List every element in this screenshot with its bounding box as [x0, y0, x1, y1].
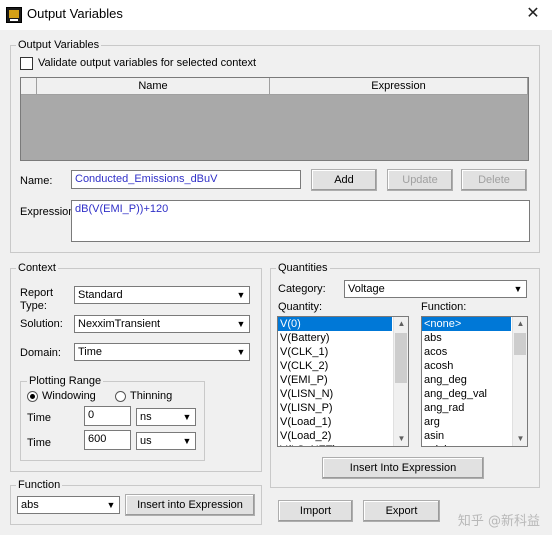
time-start-field[interactable]: 0: [84, 406, 131, 426]
function-item[interactable]: acos: [422, 345, 511, 359]
output-variables-table[interactable]: Name Expression: [20, 77, 529, 161]
name-column-header[interactable]: Name: [37, 78, 270, 95]
windowing-label: Windowing: [42, 390, 96, 402]
export-button[interactable]: Export: [363, 500, 440, 522]
quantity-item[interactable]: V(Load_2): [278, 429, 392, 443]
domain-label: Domain:: [20, 347, 61, 359]
function-list-label: Function:: [421, 301, 467, 313]
update-button[interactable]: Update: [387, 169, 453, 191]
title-bar: Output Variables ✕: [0, 0, 552, 30]
category-value: Voltage: [348, 283, 385, 295]
expression-column-header[interactable]: Expression: [270, 78, 528, 95]
quantities-group-label: Quantities: [276, 262, 330, 275]
scroll-down-icon[interactable]: ▼: [394, 432, 408, 446]
function-item[interactable]: ang_deg_val: [422, 387, 511, 401]
plotting-range-group-label: Plotting Range: [27, 375, 104, 388]
chevron-down-icon: ▼: [182, 436, 192, 446]
function-item[interactable]: arg: [422, 415, 511, 429]
quantity-item[interactable]: V(CLK_2): [278, 359, 392, 373]
time-end-field[interactable]: 600: [84, 430, 131, 450]
category-label: Category:: [278, 283, 326, 295]
function-item[interactable]: abs: [422, 331, 511, 345]
validate-label: Validate output variables for selected c…: [38, 57, 257, 69]
solution-value: NexximTransient: [78, 318, 161, 330]
quantity-item[interactable]: V(Load_1): [278, 415, 392, 429]
solution-label: Solution:: [20, 318, 63, 330]
category-select[interactable]: Voltage ▼: [344, 280, 527, 298]
validate-checkbox[interactable]: [20, 57, 33, 70]
report-type-label: Report Type:: [20, 287, 54, 312]
time-end-label: Time: [27, 437, 52, 449]
scroll-down-icon[interactable]: ▼: [513, 432, 527, 446]
delete-button[interactable]: Delete: [461, 169, 527, 191]
chevron-down-icon: ▼: [236, 290, 246, 300]
expression-label: Expression:: [20, 206, 78, 218]
quantity-item[interactable]: V(CLK_1): [278, 345, 392, 359]
scroll-thumb[interactable]: [514, 333, 526, 355]
function-item[interactable]: acosh: [422, 359, 511, 373]
function-item[interactable]: asin: [422, 429, 511, 443]
quantities-insert-button[interactable]: Insert Into Expression: [322, 457, 484, 479]
scroll-thumb[interactable]: [395, 333, 407, 383]
table-corner-header: [21, 78, 37, 95]
quantity-item[interactable]: V(LISN_N): [278, 387, 392, 401]
context-group-label: Context: [16, 262, 58, 275]
function-listbox[interactable]: <none> abs acos acosh ang_deg ang_deg_val ang_…: [421, 316, 528, 447]
quantity-listbox[interactable]: V(0) V(Battery) V(CLK_1) V(CLK_2) V(EMI_P) V(…: [277, 316, 409, 447]
window-title: Output Variables: [27, 6, 123, 21]
chevron-down-icon: ▼: [236, 347, 246, 357]
watermark: 知乎 @新科益: [457, 514, 540, 529]
chevron-down-icon: ▼: [182, 412, 192, 422]
scroll-up-icon[interactable]: ▲: [513, 317, 527, 331]
domain-value: Time: [78, 346, 103, 358]
function-group-label: Function: [16, 479, 63, 492]
chevron-down-icon: ▼: [106, 500, 116, 510]
report-type-select[interactable]: Standard ▼: [74, 286, 250, 304]
function-scrollbar[interactable]: ▲ ▼: [512, 317, 527, 446]
quantity-item[interactable]: V(EMI_P): [278, 373, 392, 387]
quantity-item[interactable]: V(Battery): [278, 331, 392, 345]
windowing-radio[interactable]: [27, 391, 38, 402]
thinning-label: Thinning: [130, 390, 173, 402]
quantity-item[interactable]: V(LISN_P): [278, 401, 392, 415]
function-item[interactable]: ang_deg: [422, 373, 511, 387]
time-start-unit-select[interactable]: ns ▼: [136, 408, 196, 426]
function-select[interactable]: abs ▼: [17, 496, 120, 514]
output-variables-group-label: Output Variables: [16, 39, 102, 52]
time-end-unit-value: us: [140, 435, 152, 447]
app-icon: [6, 7, 22, 23]
function-item[interactable]: asinh: [422, 443, 511, 446]
quantity-item[interactable]: V(LS_NET): [278, 443, 392, 446]
time-start-unit-value: ns: [140, 411, 152, 423]
name-label: Name:: [20, 175, 53, 187]
function-item[interactable]: ang_rad: [422, 401, 511, 415]
name-field[interactable]: Conducted_Emissions_dBuV: [71, 170, 301, 189]
chevron-down-icon: ▼: [236, 319, 246, 329]
quantity-label: Quantity:: [278, 301, 323, 313]
chevron-down-icon: ▼: [513, 284, 523, 294]
scroll-up-icon[interactable]: ▲: [394, 317, 408, 331]
domain-select[interactable]: Time ▼: [74, 343, 250, 361]
function-insert-button[interactable]: Insert into Expression: [125, 494, 255, 516]
expression-field[interactable]: dB(V(EMI_P))+120: [71, 200, 530, 242]
time-end-unit-select[interactable]: us ▼: [136, 432, 196, 450]
thinning-radio[interactable]: [115, 391, 126, 402]
solution-select[interactable]: NexximTransient ▼: [74, 315, 250, 333]
function-value: abs: [21, 499, 39, 511]
import-button[interactable]: Import: [278, 500, 353, 522]
quantity-scrollbar[interactable]: ▲ ▼: [393, 317, 408, 446]
report-type-value: Standard: [78, 289, 123, 301]
time-start-label: Time: [27, 412, 52, 424]
quantity-item[interactable]: V(0): [278, 317, 392, 331]
add-button[interactable]: Add: [311, 169, 377, 191]
function-item[interactable]: <none>: [422, 317, 511, 331]
close-button[interactable]: ✕: [520, 3, 546, 25]
